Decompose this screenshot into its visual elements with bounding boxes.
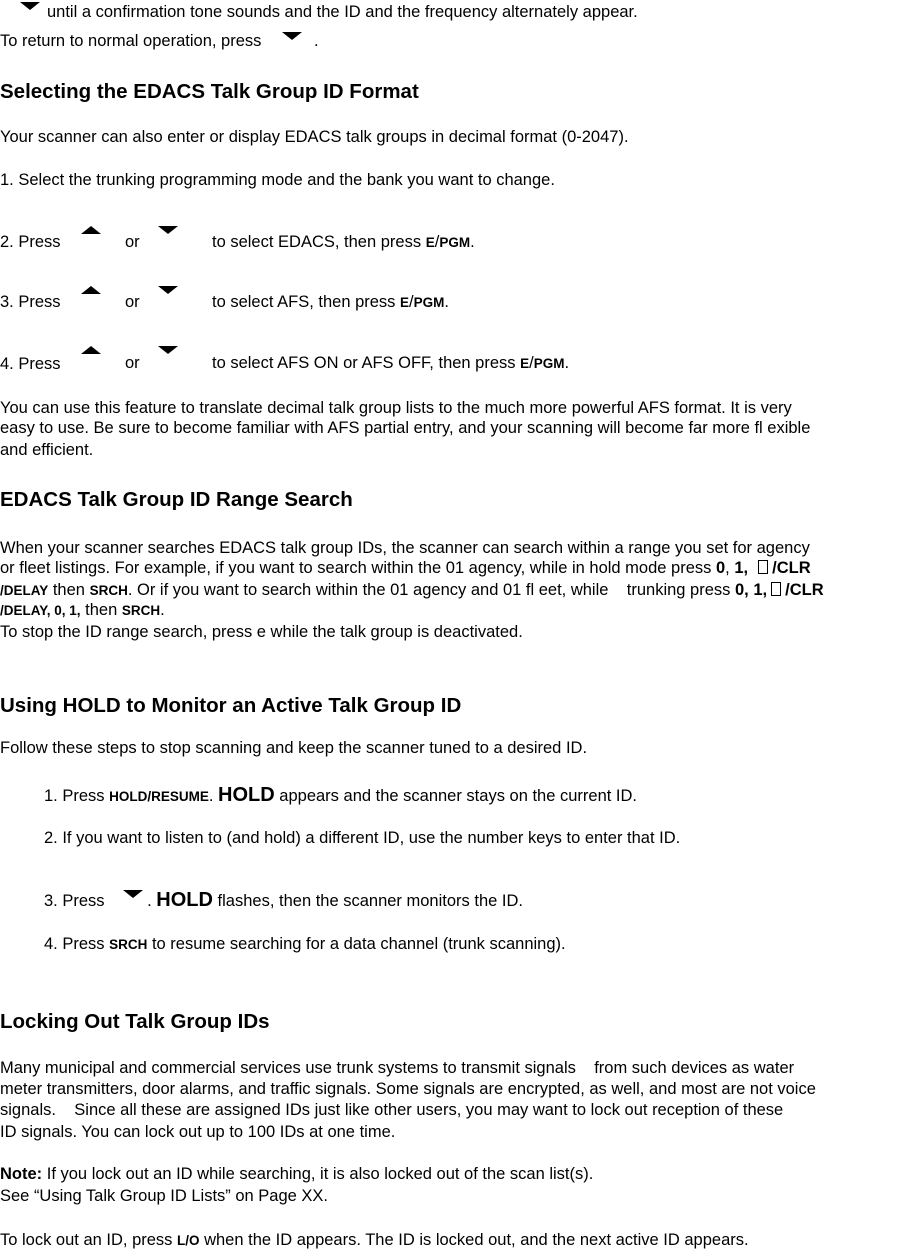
- lockout-note: Note: If you lock out an ID while search…: [0, 1165, 594, 1183]
- range-line-3: /DELAY then SRCH. Or if you want to sear…: [0, 581, 824, 599]
- heading-range-search: EDACS Talk Group ID Range Search: [0, 488, 353, 511]
- heading-edacs-format: Selecting the EDACS Talk Group ID Format: [0, 80, 419, 103]
- range-line-2: or fleet listings. For example, if you w…: [0, 559, 811, 577]
- period: .: [313, 32, 319, 50]
- hold-step-3: 3. Press . HOLD flashes, then the scanne…: [44, 889, 523, 911]
- lockout-para-line-1: Many municipal and commercial services u…: [0, 1059, 795, 1077]
- lockout-para-line-2: meter transmitters, door alarms, and tra…: [0, 1080, 816, 1098]
- down-arrow-icon: [20, 2, 40, 10]
- hold-step-4: 4. Press SRCH to resume searching for a …: [44, 935, 566, 953]
- up-arrow-icon: [81, 346, 101, 354]
- hold-step-1: 1. Press HOLD/RESUME. HOLD appears and t…: [44, 784, 638, 806]
- hold-step-2: 2. If you want to listen to (and hold) a…: [44, 829, 681, 847]
- hold-intro: Follow these steps to stop scanning and …: [0, 739, 588, 757]
- format-step-2: 2. Press or to select EDACS, then press …: [0, 226, 475, 252]
- format-step-3: 3. Press or to select AFS, then press E/…: [0, 286, 449, 312]
- down-arrow-icon: [281, 32, 302, 40]
- format-para-line-1: You can use this feature to translate de…: [0, 399, 792, 417]
- range-line-5: To stop the ID range search, press e whi…: [0, 623, 523, 641]
- up-arrow-icon: [81, 226, 101, 234]
- down-arrow-icon: [123, 890, 144, 898]
- format-step-1: 1. Select the trunking programming mode …: [0, 171, 555, 189]
- range-line-1: When your scanner searches EDACS talk gr…: [0, 539, 810, 557]
- key-box-icon: [771, 582, 782, 596]
- lockout-final: To lock out an ID, press L/O when the ID…: [0, 1231, 749, 1249]
- down-arrow-icon: [158, 226, 178, 234]
- intro-line-2-text: To return to normal operation, press: [0, 32, 262, 50]
- format-step-4: 4. Press or to select AFS ON or AFS OFF,…: [0, 346, 569, 374]
- format-intro: Your scanner can also enter or display E…: [0, 128, 629, 146]
- intro-line-1: until a confirmation tone sounds and the…: [47, 3, 638, 21]
- lockout-see-link: See “Using Talk Group ID Lists” on Page …: [0, 1187, 329, 1205]
- key-box-icon: [758, 560, 769, 574]
- intro-line-2: To return to normal operation, press .: [0, 31, 319, 51]
- down-arrow-icon: [158, 346, 178, 354]
- format-para-line-2: easy to use. Be sure to become familiar …: [0, 419, 811, 437]
- down-arrow-icon: [158, 286, 178, 294]
- up-arrow-icon: [81, 286, 101, 294]
- heading-lockout: Locking Out Talk Group IDs: [0, 1010, 270, 1033]
- lockout-para-line-3: signals. Since all these are assigned ID…: [0, 1101, 784, 1119]
- heading-hold: Using HOLD to Monitor an Active Talk Gro…: [0, 694, 462, 717]
- lockout-para-line-4: ID signals. You can lock out up to 100 I…: [0, 1123, 396, 1141]
- range-line-4: /DELAY, 0, 1, then SRCH.: [0, 601, 165, 619]
- format-para-line-3: and efficient.: [0, 441, 94, 459]
